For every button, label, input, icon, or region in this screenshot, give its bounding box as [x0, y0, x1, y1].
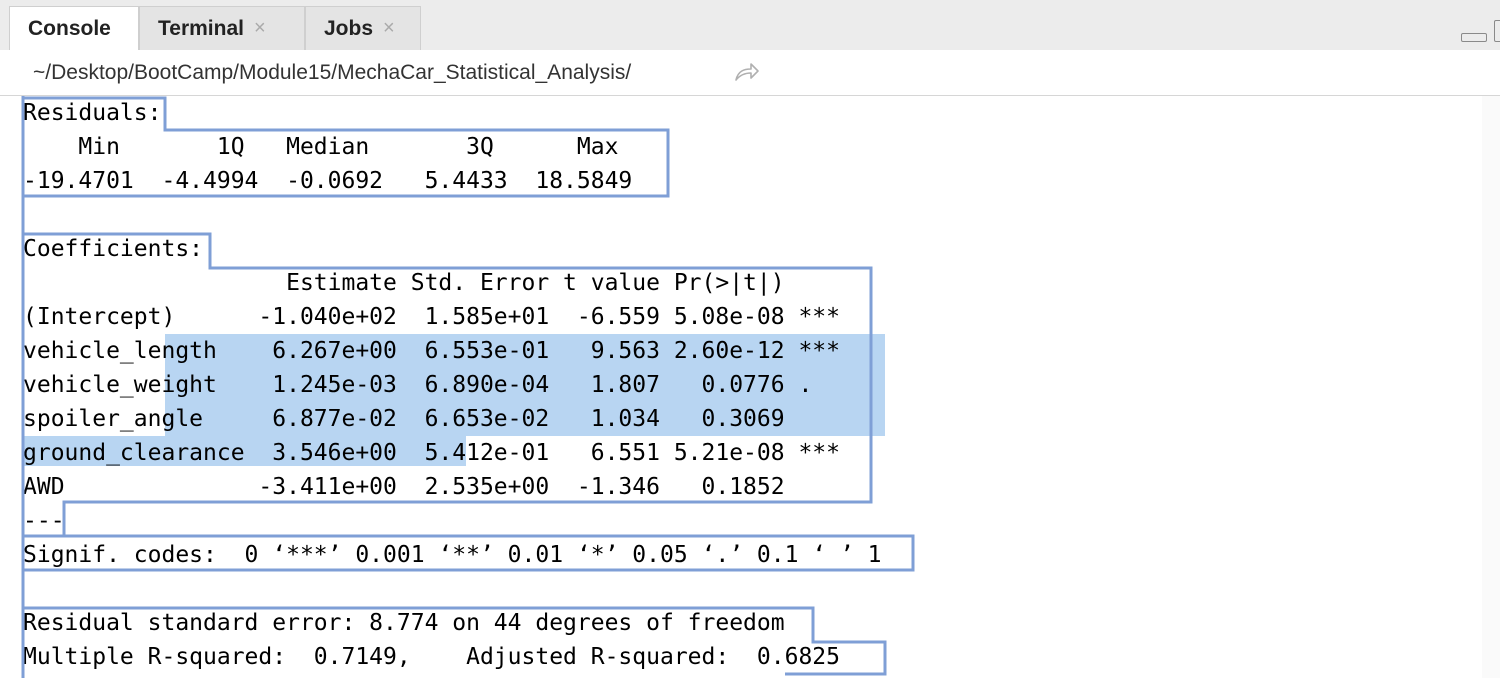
- tab-jobs-label: Jobs: [324, 16, 374, 40]
- tab-terminal-label: Terminal: [158, 16, 244, 40]
- pane-tab-bar: Console Terminal × Jobs ×: [0, 0, 1500, 51]
- selection-outline: [21, 96, 915, 678]
- minimize-pane-icon[interactable]: [1461, 33, 1487, 42]
- working-directory-path: ~/Desktop/BootCamp/Module15/MechaCar_Sta…: [33, 61, 632, 84]
- tab-console[interactable]: Console: [9, 6, 139, 51]
- vertical-scrollbar[interactable]: [1482, 96, 1500, 678]
- go-to-directory-icon[interactable]: [734, 60, 760, 84]
- maximize-pane-icon[interactable]: [1494, 20, 1500, 42]
- console-output[interactable]: Residuals: Min 1Q Median 3Q Max -19.4701 …: [0, 96, 1500, 678]
- tab-terminal[interactable]: Terminal ×: [139, 6, 305, 50]
- close-icon[interactable]: ×: [254, 17, 266, 40]
- close-icon[interactable]: ×: [383, 17, 395, 40]
- tab-jobs[interactable]: Jobs ×: [305, 6, 421, 50]
- tab-console-label: Console: [28, 17, 111, 40]
